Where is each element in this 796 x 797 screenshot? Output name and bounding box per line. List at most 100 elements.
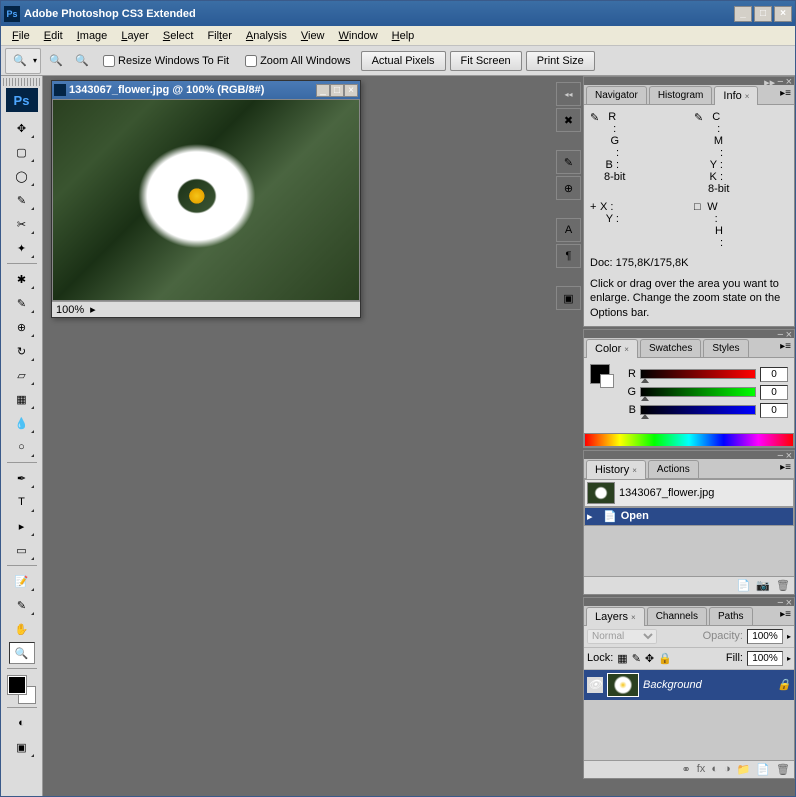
blue-value[interactable] <box>760 403 788 418</box>
tab-info[interactable]: Info× <box>714 86 758 105</box>
path-selection-tool[interactable]: ▸ <box>9 515 35 537</box>
fill-flyout[interactable]: ▸ <box>787 654 791 663</box>
dock-paragraph[interactable]: ¶ <box>556 244 581 268</box>
red-slider[interactable] <box>640 369 756 379</box>
tab-histogram[interactable]: Histogram <box>649 86 713 104</box>
dock-brushes[interactable]: ✎ <box>556 150 581 174</box>
red-value[interactable] <box>760 367 788 382</box>
fill-value[interactable] <box>747 651 783 666</box>
link-layers-icon[interactable]: ⚭ <box>682 763 691 776</box>
opacity-flyout[interactable]: ▸ <box>787 632 791 641</box>
quick-selection-tool[interactable]: ✎ <box>9 189 35 211</box>
eyedropper-tool[interactable]: ✎ <box>9 594 35 616</box>
lock-transparency-icon[interactable]: ▦ <box>617 652 627 665</box>
minimize-button[interactable]: _ <box>734 6 752 22</box>
zoom-all-checkbox[interactable] <box>245 55 257 67</box>
tab-navigator[interactable]: Navigator <box>586 86 647 104</box>
tab-paths[interactable]: Paths <box>709 607 753 625</box>
type-tool[interactable]: T <box>9 491 35 513</box>
dodge-tool[interactable]: ○ <box>9 436 35 458</box>
lock-pixels-icon[interactable]: ✎ <box>632 652 641 665</box>
adjustment-layer-icon[interactable]: ◑ <box>724 763 731 775</box>
notes-tool[interactable]: 📝 <box>9 570 35 592</box>
tab-swatches[interactable]: Swatches <box>640 339 701 357</box>
zoom-tool-icon[interactable]: 🔍 <box>9 50 31 72</box>
dock-clone-source[interactable]: ⊕ <box>556 176 581 200</box>
toolbox-handle[interactable] <box>3 78 41 86</box>
dock-collapse[interactable]: ◂◂ <box>556 82 581 106</box>
healing-tool[interactable]: ✱ <box>9 268 35 290</box>
layer-style-icon[interactable]: fx <box>697 763 706 775</box>
maximize-button[interactable]: □ <box>754 6 772 22</box>
stamp-tool[interactable]: ⊕ <box>9 316 35 338</box>
menu-image[interactable]: Image <box>70 28 115 44</box>
slice-tool[interactable]: ✦ <box>9 237 35 259</box>
zoom-out-icon[interactable]: 🔍 <box>71 50 93 72</box>
panel-menu-icon[interactable]: ▸≡ <box>780 609 791 620</box>
green-slider[interactable] <box>640 387 756 397</box>
screen-mode-toggle[interactable]: ▣ <box>9 736 35 758</box>
color-swatch[interactable] <box>8 676 36 704</box>
menu-view[interactable]: View <box>294 28 332 44</box>
opacity-value[interactable] <box>747 629 783 644</box>
close-button[interactable]: × <box>774 6 792 22</box>
shape-tool[interactable]: ▭ <box>9 539 35 561</box>
history-brush-tool[interactable]: ↻ <box>9 340 35 362</box>
print-size-button[interactable]: Print Size <box>526 51 595 71</box>
bg-swatch[interactable] <box>600 374 614 388</box>
foreground-color[interactable] <box>8 676 26 694</box>
actual-pixels-button[interactable]: Actual Pixels <box>361 51 446 71</box>
brush-tool[interactable]: ✎ <box>9 292 35 314</box>
dock-layer-comps[interactable]: ▣ <box>556 286 581 310</box>
lock-all-icon[interactable]: 🔒 <box>658 652 672 665</box>
menu-layer[interactable]: Layer <box>114 28 156 44</box>
doc-close[interactable]: × <box>344 84 358 97</box>
history-state-open[interactable]: ▸ 📄 Open <box>584 507 794 526</box>
tab-channels[interactable]: Channels <box>647 607 707 625</box>
trash-icon[interactable]: 🗑 <box>776 579 790 592</box>
marquee-tool[interactable]: ▢ <box>9 141 35 163</box>
blue-slider[interactable] <box>640 405 756 415</box>
move-tool[interactable]: ✥ <box>9 117 35 139</box>
create-doc-icon[interactable]: 📄 <box>737 579 751 592</box>
blend-mode-select[interactable]: Normal <box>587 629 657 644</box>
menu-filter[interactable]: Filter <box>200 28 238 44</box>
zoom-tool[interactable]: 🔍 <box>9 642 35 664</box>
zoom-level[interactable]: 100% <box>56 304 84 316</box>
tab-history[interactable]: History× <box>586 460 646 479</box>
panel-menu-icon[interactable]: ▸≡ <box>780 88 791 99</box>
dock-tool-presets[interactable]: ✖ <box>556 108 581 132</box>
new-layer-icon[interactable]: 📄 <box>756 763 770 776</box>
pen-tool[interactable]: ✒ <box>9 467 35 489</box>
snapshot-icon[interactable]: 📷 <box>756 579 770 592</box>
tab-layers[interactable]: Layers× <box>586 607 645 626</box>
lasso-tool[interactable]: ◯ <box>9 165 35 187</box>
group-icon[interactable]: 📁 <box>737 763 751 776</box>
panel-menu-icon[interactable]: ▸≡ <box>780 341 791 352</box>
menu-window[interactable]: Window <box>332 28 385 44</box>
tab-actions[interactable]: Actions <box>648 460 699 478</box>
quick-mask-toggle[interactable]: ◐ <box>9 712 35 734</box>
doc-maximize[interactable]: □ <box>330 84 344 97</box>
delete-layer-icon[interactable]: 🗑 <box>776 763 790 776</box>
dock-character[interactable]: A <box>556 218 581 242</box>
crop-tool[interactable]: ✂ <box>9 213 35 235</box>
tab-color[interactable]: Color× <box>586 339 638 358</box>
color-spectrum[interactable] <box>584 433 794 447</box>
history-snapshot[interactable]: 1343067_flower.jpg <box>584 479 794 507</box>
menu-select[interactable]: Select <box>156 28 201 44</box>
fit-screen-button[interactable]: Fit Screen <box>450 51 522 71</box>
panel-menu-icon[interactable]: ▸≡ <box>780 462 791 473</box>
hand-tool[interactable]: ✋ <box>9 618 35 640</box>
zoom-in-icon[interactable]: 🔍 <box>45 50 67 72</box>
visibility-icon[interactable]: 👁 <box>587 677 603 693</box>
resize-windows-checkbox[interactable] <box>103 55 115 67</box>
status-arrow[interactable]: ▸ <box>90 303 96 316</box>
green-value[interactable] <box>760 385 788 400</box>
menu-file[interactable]: File <box>5 28 37 44</box>
tab-styles[interactable]: Styles <box>703 339 748 357</box>
menu-analysis[interactable]: Analysis <box>239 28 294 44</box>
gradient-tool[interactable]: ▦ <box>9 388 35 410</box>
tool-preset-dropdown[interactable]: ▾ <box>33 56 37 65</box>
document-titlebar[interactable]: 1343067_flower.jpg @ 100% (RGB/8#) _ □ × <box>52 81 360 99</box>
